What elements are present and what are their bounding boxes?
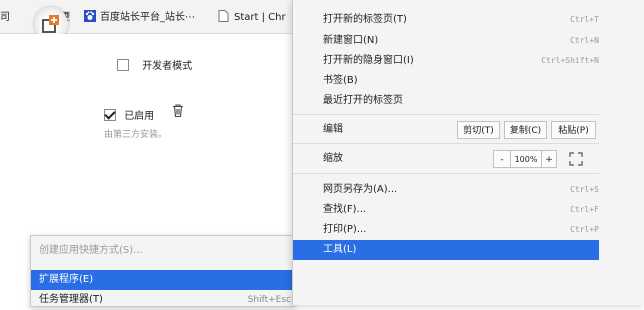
bookmarks-item[interactable]: 书签(B) bbox=[293, 71, 599, 91]
page-icon bbox=[218, 10, 230, 22]
zoom-out-button[interactable]: - bbox=[493, 150, 511, 168]
fullscreen-icon[interactable] bbox=[569, 152, 583, 174]
chrome-main-menu: 打开新的标签页(T) Ctrl+T 新建窗口(N) Ctrl+N 打开新的隐身窗… bbox=[292, 0, 644, 305]
menu-separator bbox=[293, 143, 599, 144]
developer-mode-label: 开发者模式 bbox=[142, 61, 193, 72]
enabled-checkbox[interactable] bbox=[104, 109, 116, 121]
enabled-toggle[interactable]: 已启用 bbox=[104, 107, 154, 122]
bookmark-start-label: Start | Chr bbox=[234, 12, 286, 23]
recent-tabs-label: 最近打开的标签页 bbox=[323, 95, 403, 106]
tools-label: 工具(L) bbox=[323, 244, 357, 255]
incognito-shortcut: Ctrl+Shift+N bbox=[541, 56, 599, 65]
recent-tabs-item[interactable]: 最近打开的标签页 bbox=[293, 91, 599, 111]
paste-button[interactable]: 粘贴(P) bbox=[551, 121, 596, 139]
tools-submenu: 创建应用快捷方式(S)... 扩展程序(E) 任务管理器(T) Shift+Es… bbox=[30, 235, 295, 307]
bookmarks-label: 书签(B) bbox=[323, 75, 358, 86]
save-as-label: 网页另存为(A)... bbox=[323, 184, 398, 195]
bookmark-baidu[interactable]: 百度站长平台_站长⋯ bbox=[84, 10, 195, 26]
extensions-item-label: 扩展程序(E) bbox=[39, 274, 94, 285]
bookmark-baidu-label: 百度站长平台_站长⋯ bbox=[100, 12, 195, 23]
zoom-level: 100% bbox=[511, 150, 541, 168]
menu-separator bbox=[293, 173, 599, 174]
create-app-shortcut-item[interactable]: 创建应用快捷方式(S)... bbox=[31, 241, 295, 261]
print-label: 打印(P)... bbox=[323, 224, 367, 235]
task-manager-label: 任务管理器(T) bbox=[39, 294, 103, 305]
zoom-in-button[interactable]: + bbox=[541, 150, 557, 168]
installed-by-note: 由第三方安装。 bbox=[104, 130, 168, 140]
save-as-shortcut: Ctrl+S bbox=[570, 185, 599, 194]
create-app-shortcut-label: 创建应用快捷方式(S)... bbox=[39, 245, 143, 256]
find-shortcut: Ctrl+F bbox=[570, 205, 599, 214]
developer-mode-checkbox[interactable] bbox=[117, 59, 129, 71]
developer-mode-toggle[interactable]: 开发者模式 bbox=[117, 57, 192, 72]
new-tab-shortcut: Ctrl+T bbox=[570, 15, 599, 24]
bookmark-start[interactable]: Start | Chr bbox=[218, 10, 286, 26]
trash-icon[interactable] bbox=[172, 104, 184, 120]
new-tab-label: 打开新的标签页(T) bbox=[323, 14, 407, 25]
baidu-paw-icon bbox=[84, 10, 96, 22]
zoom-row: 缩放 - 100% + bbox=[293, 149, 599, 169]
incognito-label: 打开新的隐身窗口(I) bbox=[323, 55, 414, 66]
menu-separator bbox=[293, 114, 599, 115]
new-tab-item[interactable]: 打开新的标签页(T) Ctrl+T bbox=[293, 10, 599, 30]
extensions-item[interactable]: 扩展程序(E) bbox=[31, 270, 295, 290]
edit-label: 编辑 bbox=[323, 124, 343, 135]
incognito-item[interactable]: 打开新的隐身窗口(I) Ctrl+Shift+N bbox=[293, 51, 599, 71]
enabled-label: 已启用 bbox=[124, 111, 155, 122]
task-manager-shortcut: Shift+Esc bbox=[247, 295, 291, 305]
edit-row: 编辑 剪切(T) 复制(C) 粘贴(P) bbox=[293, 120, 599, 140]
new-window-shortcut: Ctrl+N bbox=[570, 36, 599, 45]
zoom-label: 缩放 bbox=[323, 153, 343, 164]
bookmark-partial[interactable]: 司 bbox=[0, 10, 10, 26]
task-manager-item[interactable]: 任务管理器(T) Shift+Esc bbox=[31, 290, 295, 310]
cut-button[interactable]: 剪切(T) bbox=[457, 121, 500, 139]
new-window-label: 新建窗口(N) bbox=[323, 35, 379, 46]
find-item[interactable]: 查找(F)... Ctrl+F bbox=[293, 200, 599, 220]
save-as-item[interactable]: 网页另存为(A)... Ctrl+S bbox=[293, 180, 599, 200]
copy-button[interactable]: 复制(C) bbox=[504, 121, 547, 139]
find-label: 查找(F)... bbox=[323, 204, 367, 215]
print-shortcut: Ctrl+P bbox=[570, 225, 599, 234]
tools-item[interactable]: 工具(L) bbox=[293, 240, 599, 260]
print-item[interactable]: 打印(P)... Ctrl+P bbox=[293, 220, 599, 240]
new-window-item[interactable]: 新建窗口(N) Ctrl+N bbox=[293, 31, 599, 51]
